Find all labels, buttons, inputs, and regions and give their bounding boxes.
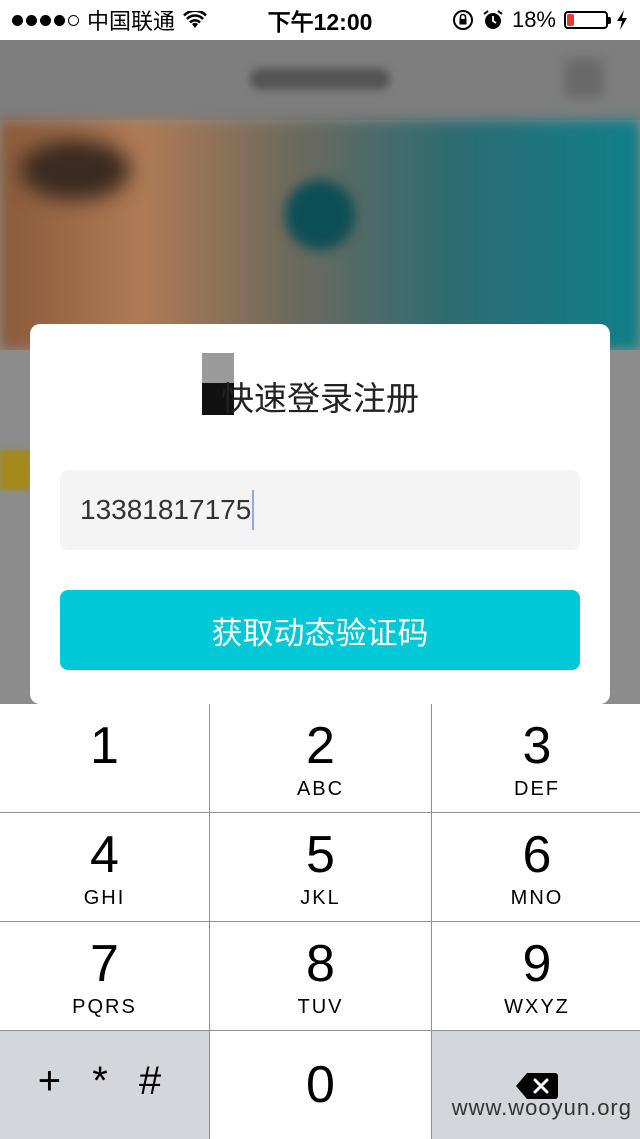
key-letters: JKL (300, 887, 341, 909)
background-nav-title (250, 68, 390, 90)
key-digit: 3 (522, 717, 552, 775)
battery-icon (564, 11, 611, 29)
key-digit: 8 (306, 935, 335, 993)
key-symbols[interactable]: + * # (0, 1031, 209, 1139)
charging-icon (617, 10, 627, 30)
key-2[interactable]: 2 ABC (210, 704, 431, 812)
status-right: 18% (452, 7, 628, 33)
watermark-text: www.wooyun.org (451, 1095, 632, 1120)
key-digit: 9 (522, 935, 552, 993)
login-dialog: 快速登录注册 13381817175 获取动态验证码 (30, 324, 610, 704)
alarm-icon (483, 10, 503, 29)
rotation-lock-icon (452, 10, 473, 30)
key-8[interactable]: 8 TUV (210, 922, 431, 1030)
numeric-keypad: 1 2 ABC 3 DEF 4 GHI 5 JKL 6 MNO 7 PQRS 8… (0, 704, 640, 1139)
carrier-name: 中国联通 (87, 9, 176, 34)
key-3[interactable]: 3 DEF (432, 704, 640, 812)
background-banner-circle (285, 180, 355, 250)
backspace-key[interactable]: www.wooyun.org (432, 1031, 640, 1139)
key-letters: WXYZ (504, 996, 570, 1018)
background-banner-shape (20, 140, 130, 200)
signal-strength-icon (12, 14, 79, 26)
key-letters: TUV (297, 996, 344, 1018)
key-letters: DEF (514, 778, 560, 800)
background-nav-icon (564, 58, 604, 98)
text-caret (252, 490, 255, 530)
key-letters: MNO (510, 887, 564, 909)
key-4[interactable]: 4 GHI (0, 813, 209, 921)
key-5[interactable]: 5 JKL (210, 813, 431, 921)
battery-percent: 18% (511, 7, 556, 32)
wifi-icon (183, 11, 207, 28)
key-digit: 7 (90, 935, 119, 993)
key-1[interactable]: 1 (0, 704, 209, 812)
key-0[interactable]: 0 (210, 1031, 431, 1139)
key-digit: 2 (306, 717, 335, 775)
key-letters: PQRS (72, 996, 137, 1018)
key-6[interactable]: 6 MNO (432, 813, 640, 921)
key-digit: 6 (522, 826, 552, 884)
key-digit: 5 (306, 826, 335, 884)
key-7[interactable]: 7 PQRS (0, 922, 209, 1030)
status-bar: 中国联通 下午12:00 18% (0, 0, 640, 40)
key-digit: 4 (90, 826, 119, 884)
status-left: 中国联通 (12, 4, 207, 36)
key-letters: GHI (83, 887, 126, 909)
background-nav-bar (0, 40, 640, 120)
phone-number-input[interactable]: 13381817175 (60, 470, 580, 550)
key-9[interactable]: 9 WXYZ (432, 922, 640, 1030)
phone-number-value: 13381817175 (80, 494, 252, 525)
key-symbols-label: + * # (37, 1059, 172, 1103)
background-accent (0, 450, 30, 490)
key-digit: 0 (306, 1056, 335, 1114)
dialog-title: 快速登录注册 (221, 380, 419, 417)
get-verification-code-button[interactable]: 获取动态验证码 (60, 590, 580, 670)
key-letters: ABC (296, 778, 345, 800)
key-digit: 1 (90, 717, 119, 775)
